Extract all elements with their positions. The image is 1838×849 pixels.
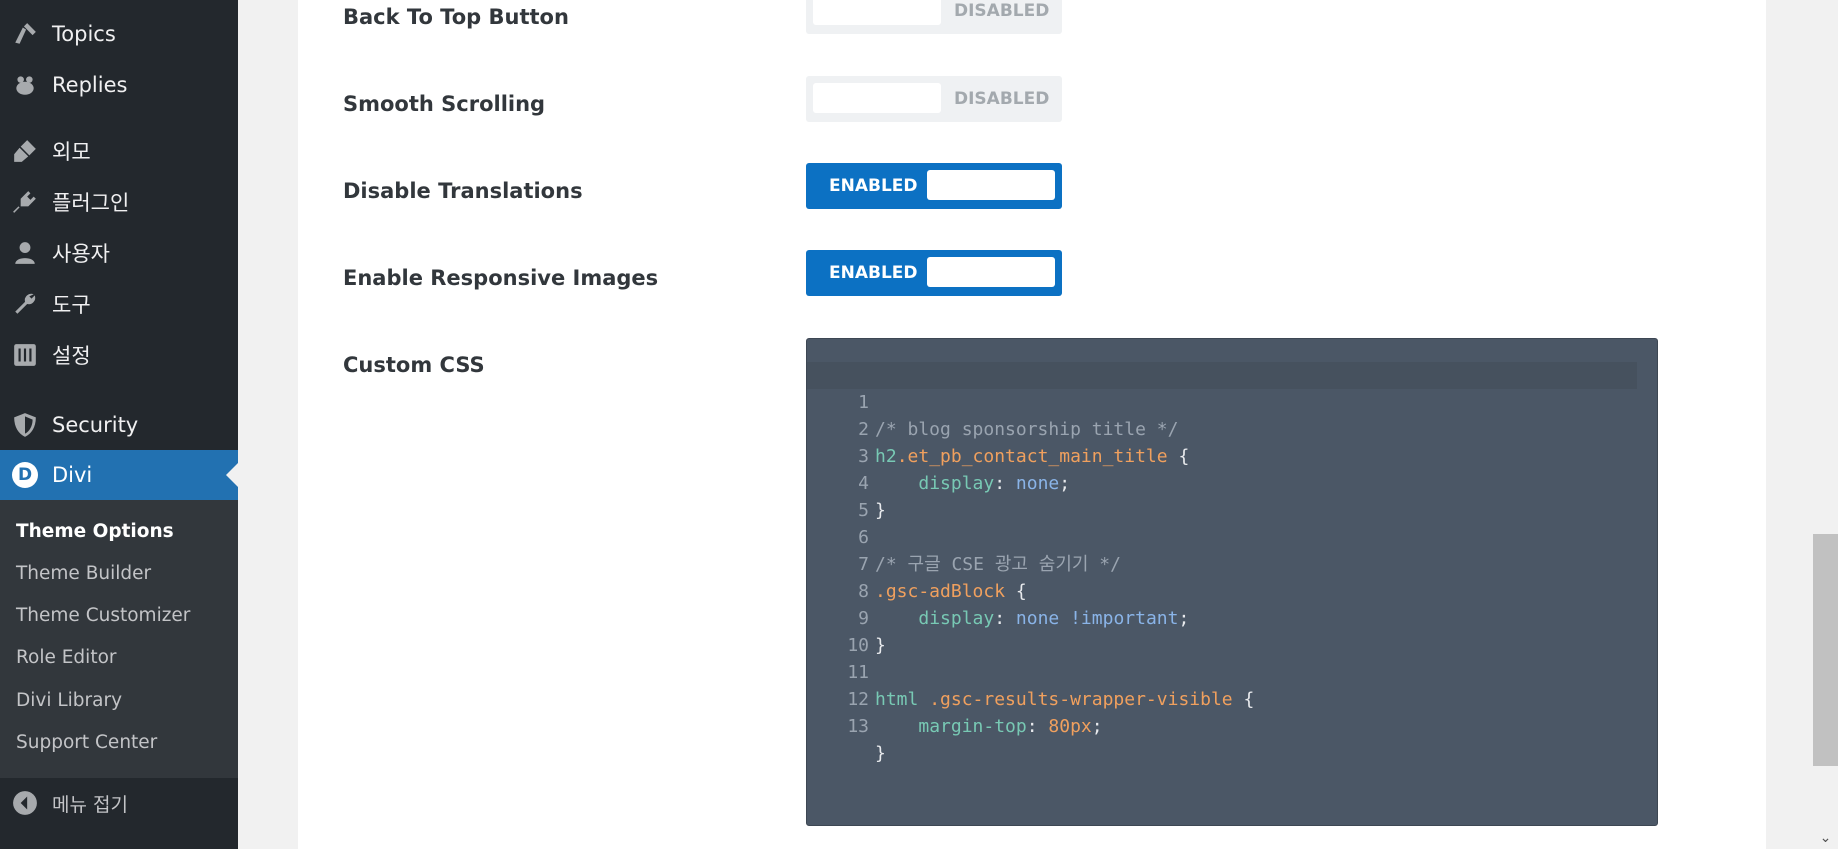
back-to-top-toggle[interactable]: DISABLED: [806, 0, 1062, 34]
plugin-icon: [11, 188, 39, 216]
sidebar-item-label: 도구: [52, 293, 91, 317]
user-icon: [11, 239, 39, 267]
wrench-icon: [11, 290, 39, 318]
code-line[interactable]: 2 h2.et_pb_contact_main_title {: [807, 389, 1637, 467]
toggle-knob: [927, 170, 1055, 200]
smooth-scrolling-toggle[interactable]: DISABLED: [806, 76, 1062, 122]
shield-icon: [11, 411, 39, 439]
code-line[interactable]: 5: [807, 470, 1637, 521]
code-line[interactable]: 1 /* blog sponsorship title */: [807, 362, 1637, 440]
submenu-theme-customizer[interactable]: Theme Customizer: [16, 605, 190, 626]
sidebar-item-plugins[interactable]: 플러그인: [0, 177, 238, 227]
option-label-smooth-scrolling: Smooth Scrolling: [343, 92, 546, 116]
sidebar-item-label: 외모: [52, 140, 91, 164]
toggle-state-text: DISABLED: [954, 1, 1050, 21]
sidebar-item-replies[interactable]: Replies: [0, 60, 238, 110]
sidebar-item-tools[interactable]: 도구: [0, 279, 238, 329]
collapse-menu-button[interactable]: 메뉴 접기: [0, 778, 238, 828]
submenu-role-editor[interactable]: Role Editor: [16, 647, 117, 668]
toggle-state-text: ENABLED: [829, 176, 918, 196]
toggle-knob: [813, 0, 941, 25]
code-line[interactable]: 12 margin-top: 80px;: [807, 659, 1637, 737]
sidebar-item-label: 플러그인: [52, 191, 130, 215]
code-line[interactable]: 13 }: [807, 686, 1637, 764]
sidebar-item-label: Topics: [52, 22, 116, 46]
replies-icon: [11, 71, 39, 99]
code-line[interactable]: 11 html .gsc-results-wrapper-visible {: [807, 632, 1637, 710]
custom-css-editor[interactable]: 1 /* blog sponsorship title */ 2 h2.et_p…: [806, 338, 1658, 826]
option-label-custom-css: Custom CSS: [343, 353, 485, 377]
toggle-state-text: DISABLED: [954, 89, 1050, 109]
divi-submenu: Theme Options Theme Builder Theme Custom…: [0, 500, 238, 778]
active-arrow: [226, 463, 238, 487]
sidebar-item-settings[interactable]: 설정: [0, 330, 238, 380]
sidebar-item-divi[interactable]: D Divi: [0, 450, 238, 500]
sidebar-item-users[interactable]: 사용자: [0, 228, 238, 278]
toggle-knob: [813, 83, 941, 113]
sidebar-item-label: Security: [52, 413, 139, 437]
code-line[interactable]: 6 /* 구글 CSE 광고 숨기기 */: [807, 497, 1637, 575]
sidebar-item-label: Replies: [52, 73, 128, 97]
submenu-divi-library[interactable]: Divi Library: [16, 690, 122, 711]
code-line[interactable]: 4 }: [807, 443, 1637, 521]
submenu-theme-options[interactable]: Theme Options: [16, 521, 174, 542]
toggle-state-text: ENABLED: [829, 263, 918, 283]
settings-sliders-icon: [11, 341, 39, 369]
sidebar-item-label: 설정: [52, 344, 91, 368]
option-label-back-to-top: Back To Top Button: [343, 5, 569, 29]
topics-icon: [11, 20, 39, 48]
scroll-down-arrow-icon[interactable]: ⌄: [1813, 826, 1838, 849]
collapse-arrow-icon: [11, 789, 39, 817]
code-line[interactable]: 9 }: [807, 578, 1637, 656]
disable-translations-toggle[interactable]: ENABLED: [806, 163, 1062, 209]
code-line[interactable]: 10: [807, 605, 1637, 656]
responsive-images-toggle[interactable]: ENABLED: [806, 250, 1062, 296]
appearance-brush-icon: [11, 137, 39, 165]
divi-logo-icon: D: [11, 461, 39, 489]
sidebar-item-topics[interactable]: Topics: [0, 9, 238, 59]
admin-sidebar: Topics Replies 외모 플러그인 사용자 도구 설정 Securit…: [0, 0, 238, 849]
submenu-theme-builder[interactable]: Theme Builder: [16, 563, 151, 584]
code-line[interactable]: 3 display: none;: [807, 416, 1637, 494]
collapse-menu-label: 메뉴 접기: [52, 793, 128, 816]
code-line[interactable]: 8 display: none !important;: [807, 551, 1637, 629]
sidebar-item-label: 사용자: [52, 242, 110, 266]
sidebar-item-appearance[interactable]: 외모: [0, 126, 238, 176]
sidebar-item-security[interactable]: Security: [0, 400, 238, 450]
toggle-knob: [927, 257, 1055, 287]
sidebar-item-label: Divi: [52, 463, 93, 487]
submenu-support-center[interactable]: Support Center: [16, 732, 157, 753]
option-label-disable-translations: Disable Translations: [343, 179, 583, 203]
scrollbar-thumb[interactable]: [1813, 534, 1838, 766]
option-label-responsive-images: Enable Responsive Images: [343, 266, 659, 290]
page-scrollbar[interactable]: ⌄: [1813, 0, 1838, 849]
code-line[interactable]: 7 .gsc-adBlock {: [807, 524, 1637, 602]
